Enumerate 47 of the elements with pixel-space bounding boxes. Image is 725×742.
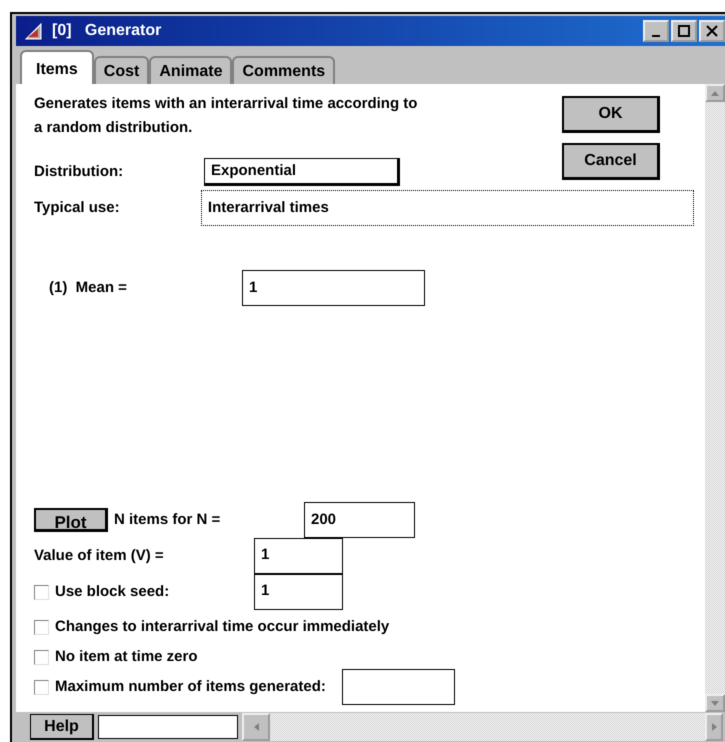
option-label: No item at time zero	[55, 646, 198, 667]
minimize-icon	[652, 35, 660, 37]
description-text: Generates items with an interarrival time according to a random distribution.	[34, 94, 418, 138]
cancel-button[interactable]: Cancel	[562, 143, 660, 180]
maximize-button[interactable]	[671, 20, 697, 42]
value-of-item-field[interactable]: 1	[254, 538, 343, 574]
up-triangle-icon	[711, 90, 719, 96]
plot-count-field[interactable]: 200	[304, 502, 415, 538]
option-field[interactable]: 1	[254, 574, 343, 610]
minimize-button[interactable]	[643, 20, 669, 42]
typical-use-label: Typical use:	[34, 198, 121, 218]
plot-button[interactable]: Plot	[34, 508, 108, 532]
option-label: Changes to interarrival time occur immediately	[55, 616, 390, 637]
maximize-icon	[678, 25, 690, 37]
scroll-right-button[interactable]	[705, 713, 723, 741]
right-triangle-icon	[712, 723, 716, 731]
tab[interactable]: Comments	[232, 56, 336, 84]
ok-button[interactable]: OK	[562, 96, 660, 133]
checkbox[interactable]	[34, 584, 49, 600]
tab[interactable]: Items	[20, 50, 94, 84]
horizontal-scrollbar[interactable]	[242, 713, 723, 741]
distribution-label: Distribution:	[34, 162, 124, 182]
close-icon	[706, 25, 718, 37]
option-label: Maximum number of items generated:	[55, 676, 326, 697]
scroll-left-button[interactable]	[242, 713, 270, 741]
typical-use-field[interactable]: Interarrival times	[200, 190, 694, 226]
parameter-field[interactable]: 1	[242, 270, 425, 306]
scroll-up-button[interactable]	[705, 84, 725, 102]
parameter-label: (1) Mean =	[48, 278, 128, 298]
tab[interactable]: Animate	[149, 56, 232, 84]
app-icon	[24, 21, 44, 41]
value-of-item-label: Value of item (V) =	[34, 546, 165, 566]
distribution-field[interactable]: Exponential	[204, 158, 400, 186]
vertical-scrollbar[interactable]	[705, 84, 725, 712]
option-label: Use block seed:	[55, 582, 170, 602]
scroll-down-button[interactable]	[705, 694, 725, 712]
window-title: [0] Generator	[52, 21, 162, 41]
close-button[interactable]	[699, 20, 725, 42]
checkbox[interactable]	[34, 650, 49, 664]
down-triangle-icon	[711, 700, 719, 706]
left-triangle-icon	[254, 723, 258, 731]
option-field[interactable]	[342, 669, 455, 705]
checkbox[interactable]	[34, 680, 49, 694]
plot-label: N items for N =	[114, 510, 222, 530]
help-button[interactable]: Help	[30, 714, 94, 740]
tab[interactable]: Cost	[94, 56, 150, 84]
checkbox[interactable]	[34, 620, 49, 634]
